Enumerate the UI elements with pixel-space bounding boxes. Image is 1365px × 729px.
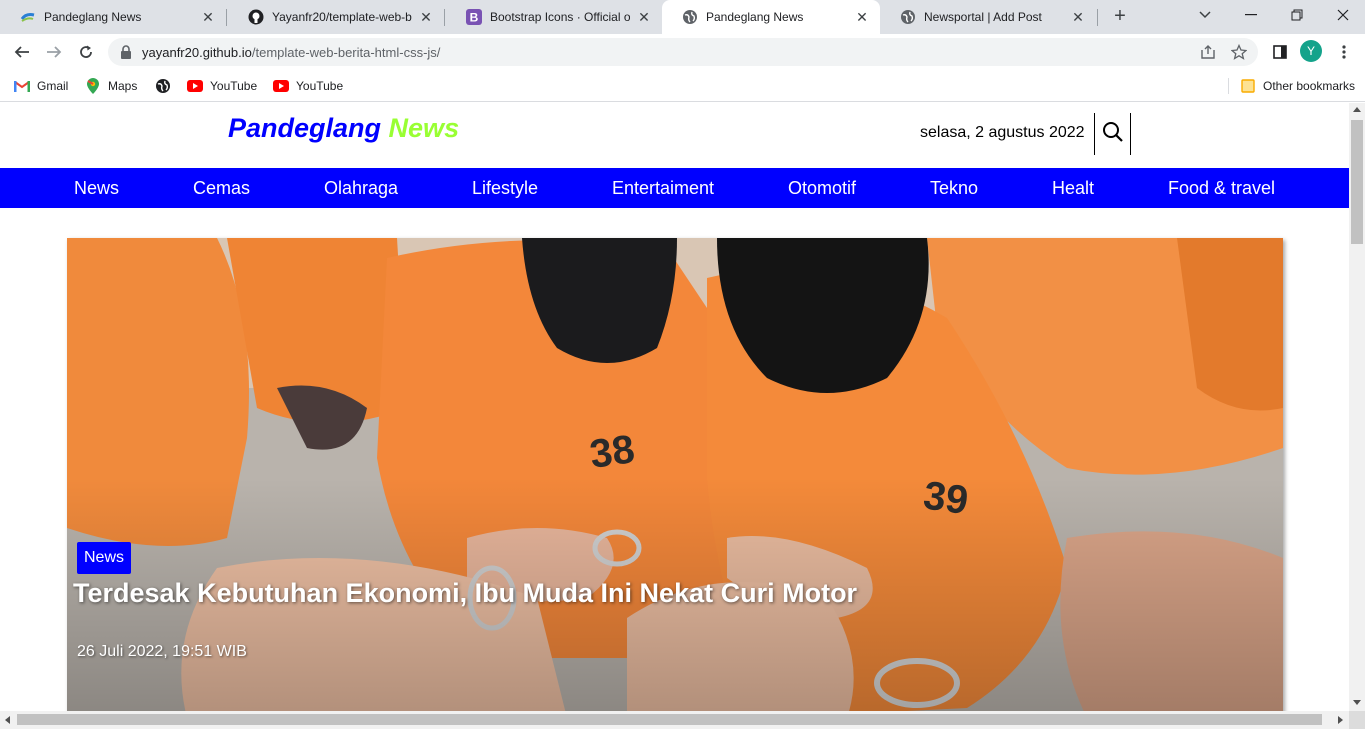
nav-item-food-travel[interactable]: Food & travel <box>1168 178 1275 199</box>
browser-tab-active[interactable]: Pandeglang News ✕ <box>662 0 880 34</box>
svg-text:B: B <box>470 11 479 25</box>
bookmarks-divider <box>1228 78 1229 94</box>
forward-arrow-icon[interactable] <box>40 38 68 66</box>
bookmark-gmail[interactable]: Gmail <box>14 76 68 96</box>
url-text: yayanfr20.github.io/template-web-berita-… <box>142 45 440 60</box>
browser-tab[interactable]: Pandeglang News ✕ <box>0 0 226 34</box>
page-viewport: Pandeglang News selasa, 2 agustus 2022 N… <box>0 103 1349 711</box>
nav-item-cemas[interactable]: Cemas <box>193 178 250 199</box>
bookmark-globe[interactable] <box>155 76 178 96</box>
other-bookmarks-label: Other bookmarks <box>1263 79 1356 93</box>
hero-image: 38 39 <box>67 238 1283 711</box>
nav-item-otomotif[interactable]: Otomotif <box>788 178 856 199</box>
browser-toolbar: yayanfr20.github.io/template-web-berita-… <box>0 34 1365 70</box>
nav-item-olahraga[interactable]: Olahraga <box>324 178 398 199</box>
scrollbar-thumb[interactable] <box>17 714 1322 725</box>
scrollbar-thumb[interactable] <box>1351 120 1363 244</box>
category-badge[interactable]: News <box>77 542 132 574</box>
tab-search-icon[interactable] <box>1182 0 1228 30</box>
scroll-down-arrow-icon[interactable] <box>1353 700 1361 705</box>
close-window-icon[interactable] <box>1320 0 1365 30</box>
hero-article[interactable]: 38 39 News Terdesak Kebutuhan Ekonom <box>67 238 1283 711</box>
browser-tab[interactable]: B Bootstrap Icons · Official ope ✕ <box>446 0 662 34</box>
site-logo[interactable]: Pandeglang News <box>228 113 459 144</box>
close-tab-icon[interactable]: ✕ <box>1070 9 1086 25</box>
scroll-up-arrow-icon[interactable] <box>1353 107 1361 112</box>
logo-accent-text: News <box>388 113 460 143</box>
reload-icon[interactable] <box>72 38 100 66</box>
share-icon[interactable] <box>1199 43 1217 61</box>
scroll-left-arrow-icon[interactable] <box>5 716 10 724</box>
tab-title: Bootstrap Icons · Official ope <box>490 10 630 24</box>
bookmark-star-icon[interactable] <box>1230 43 1248 61</box>
article-headline[interactable]: Terdesak Kebutuhan Ekonomi, Ibu Muda Ini… <box>73 578 857 609</box>
url-host: yayanfr20.github.io <box>142 45 252 60</box>
bookmark-youtube[interactable]: YouTube <box>187 76 257 96</box>
folder-icon <box>1240 78 1256 94</box>
nav-item-healt[interactable]: Healt <box>1052 178 1094 199</box>
minimize-icon[interactable] <box>1228 0 1274 30</box>
tab-divider <box>444 9 445 26</box>
bookmark-label: YouTube <box>296 79 344 93</box>
youtube-icon <box>273 78 289 94</box>
gmail-icon <box>14 78 30 94</box>
close-tab-icon[interactable]: ✕ <box>636 9 652 25</box>
browser-tab[interactable]: Newsportal | Add Post ✕ <box>880 0 1096 34</box>
scrollbar-corner <box>1349 711 1365 729</box>
url-path: /template-web-berita-html-css-js/ <box>251 45 441 60</box>
nav-item-news[interactable]: News <box>74 178 119 199</box>
kebab-menu-icon[interactable] <box>1330 38 1358 66</box>
maps-icon <box>85 78 101 94</box>
side-panel-icon[interactable] <box>1266 38 1294 66</box>
github-icon <box>248 9 264 25</box>
profile-avatar[interactable]: Y <box>1300 40 1322 62</box>
lock-icon[interactable] <box>120 45 134 59</box>
restore-icon[interactable] <box>1274 0 1320 30</box>
site-header: Pandeglang News selasa, 2 agustus 2022 <box>0 103 1349 168</box>
search-divider <box>1094 113 1095 155</box>
globe-icon <box>900 9 916 25</box>
nav-item-entertaiment[interactable]: Entertaiment <box>612 178 714 199</box>
search-divider <box>1130 113 1131 155</box>
logo-primary-text: Pandeglang <box>228 113 382 143</box>
bookmarks-bar: Gmail Maps YouTube YouTube Other bookmar… <box>0 70 1365 102</box>
tab-divider <box>226 9 227 26</box>
globe-icon <box>682 9 698 25</box>
main-navigation: News Cemas Olahraga Lifestyle Entertaime… <box>0 168 1349 208</box>
article-timestamp: 26 Juli 2022, 19:51 WIB <box>77 643 247 660</box>
header-date: selasa, 2 agustus 2022 <box>920 124 1085 141</box>
tab-title: Yayanfr20/template-web-beri <box>272 10 412 24</box>
new-tab-button[interactable]: + <box>1108 5 1132 29</box>
nav-item-lifestyle[interactable]: Lifestyle <box>472 178 538 199</box>
close-tab-icon[interactable]: ✕ <box>418 9 434 25</box>
vertical-scrollbar[interactable] <box>1349 103 1365 711</box>
tab-divider <box>1097 9 1098 26</box>
close-tab-icon[interactable]: ✕ <box>854 9 870 25</box>
youtube-icon <box>187 78 203 94</box>
scroll-right-arrow-icon[interactable] <box>1338 716 1343 724</box>
bookmark-label: Gmail <box>37 79 69 93</box>
bookmark-youtube[interactable]: YouTube <box>273 76 343 96</box>
tab-title: Pandeglang News <box>706 10 804 24</box>
horizontal-scrollbar[interactable] <box>0 711 1349 729</box>
tab-title: Newsportal | Add Post <box>924 10 1042 24</box>
globe-icon <box>155 78 171 94</box>
bookmark-maps[interactable]: Maps <box>85 76 137 96</box>
tab-title: Pandeglang News <box>44 10 142 24</box>
bookmark-label: YouTube <box>210 79 258 93</box>
browser-tab[interactable]: Yayanfr20/template-web-beri ✕ <box>228 0 444 34</box>
bookmark-label: Maps <box>108 79 138 93</box>
search-icon[interactable] <box>1102 121 1124 143</box>
nav-item-tekno[interactable]: Tekno <box>930 178 978 199</box>
address-bar[interactable]: yayanfr20.github.io/template-web-berita-… <box>108 38 1258 66</box>
back-arrow-icon[interactable] <box>8 38 36 66</box>
other-bookmarks-folder[interactable]: Other bookmarks <box>1240 76 1355 96</box>
pandeglang-logo-icon <box>20 9 36 25</box>
close-tab-icon[interactable]: ✕ <box>200 9 216 25</box>
browser-tab-strip: Pandeglang News ✕ Yayanfr20/template-web… <box>0 0 1365 34</box>
bootstrap-icon: B <box>466 9 482 25</box>
